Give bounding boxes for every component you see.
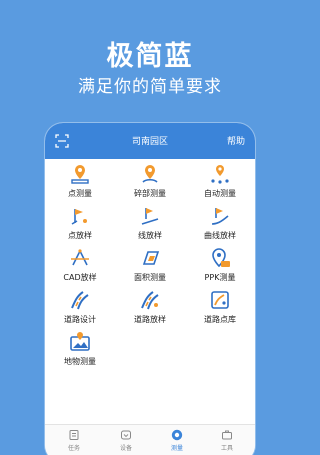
hero-banner: 极简蓝 满足你的简单要求	[0, 0, 300, 120]
curve-stakeout-icon	[211, 208, 229, 225]
tab-device[interactable]: 设备	[100, 429, 152, 452]
tool-road-point-library[interactable]: 道路点库	[185, 289, 255, 329]
tool-curve-stakeout[interactable]: 曲线放样	[185, 205, 255, 245]
ppk-measure-icon	[212, 248, 230, 268]
road-point-library-icon	[211, 291, 229, 309]
tool-feature-survey[interactable]: 地物测量	[45, 331, 115, 371]
tab-label: 工具	[220, 445, 233, 452]
bottom-tab-bar: 任务 设备 测量 工具	[45, 424, 255, 455]
app-bar: 司南园区 帮助	[45, 123, 255, 159]
tab-toolbox[interactable]: 工具	[201, 429, 253, 452]
tool-ppk-measure[interactable]: PPK测量	[185, 247, 255, 287]
feature-survey-icon	[70, 332, 90, 351]
task-icon	[69, 430, 79, 440]
tool-label: 曲线放样	[204, 231, 236, 240]
road-stakeout-icon	[141, 291, 159, 310]
tool-point-stakeout[interactable]: 点放样	[45, 205, 115, 245]
tool-area-measure[interactable]: 面积测量	[115, 247, 185, 287]
tab-label: 任务	[67, 445, 80, 452]
app-title: 司南园区	[131, 137, 168, 147]
line-stakeout-icon	[141, 208, 159, 225]
tool-label: 点放样	[68, 231, 92, 240]
area-measure-icon	[142, 251, 160, 265]
tool-label: 自动测量	[204, 189, 236, 198]
tool-line-stakeout[interactable]: 线放样	[115, 205, 185, 245]
tool-label: 地物测量	[64, 357, 96, 366]
tool-road-design[interactable]: 道路设计	[45, 289, 115, 329]
point-stakeout-icon	[71, 209, 87, 225]
tool-label: PPK测量	[204, 273, 236, 282]
tool-label: 面积测量	[134, 273, 166, 282]
tool-cad-stakeout[interactable]: CAD放样	[45, 247, 115, 287]
tab-measure[interactable]: 测量	[151, 429, 203, 452]
tool-label: 道路放样	[134, 315, 166, 324]
auto-measure-icon	[211, 165, 229, 184]
point-measure-icon	[71, 165, 89, 184]
tool-label: 线放样	[138, 231, 162, 240]
tool-label: 道路点库	[204, 315, 236, 324]
tool-detail-survey[interactable]: 碎部测量	[115, 163, 185, 203]
tab-label: 设备	[119, 445, 132, 452]
tool-road-stakeout[interactable]: 道路放样	[115, 289, 185, 329]
tool-label: CAD放样	[63, 273, 97, 282]
hero-subtitle: 满足你的简单要求	[78, 77, 222, 97]
toolbox-icon	[222, 430, 232, 440]
measure-icon	[171, 429, 183, 441]
tool-label: 碎部测量	[134, 189, 166, 198]
tool-label: 道路设计	[64, 315, 96, 324]
tool-label: 点测量	[68, 189, 92, 198]
tool-auto-measure[interactable]: 自动测量	[185, 163, 255, 203]
road-design-icon	[71, 291, 89, 310]
device-icon	[121, 430, 131, 440]
detail-survey-icon	[142, 165, 158, 183]
tab-label: 测量	[170, 445, 183, 452]
phone-mockup: 司南园区 帮助 点测量 碎部测量 自动测量 点放样 线放样 曲线放样 CAD放样…	[45, 123, 255, 455]
cad-stakeout-icon	[71, 249, 89, 266]
hero-title: 极简蓝	[106, 41, 194, 72]
tab-task[interactable]: 任务	[48, 429, 100, 452]
tool-point-measure[interactable]: 点测量	[45, 163, 115, 203]
help-button[interactable]: 帮助	[227, 134, 245, 147]
